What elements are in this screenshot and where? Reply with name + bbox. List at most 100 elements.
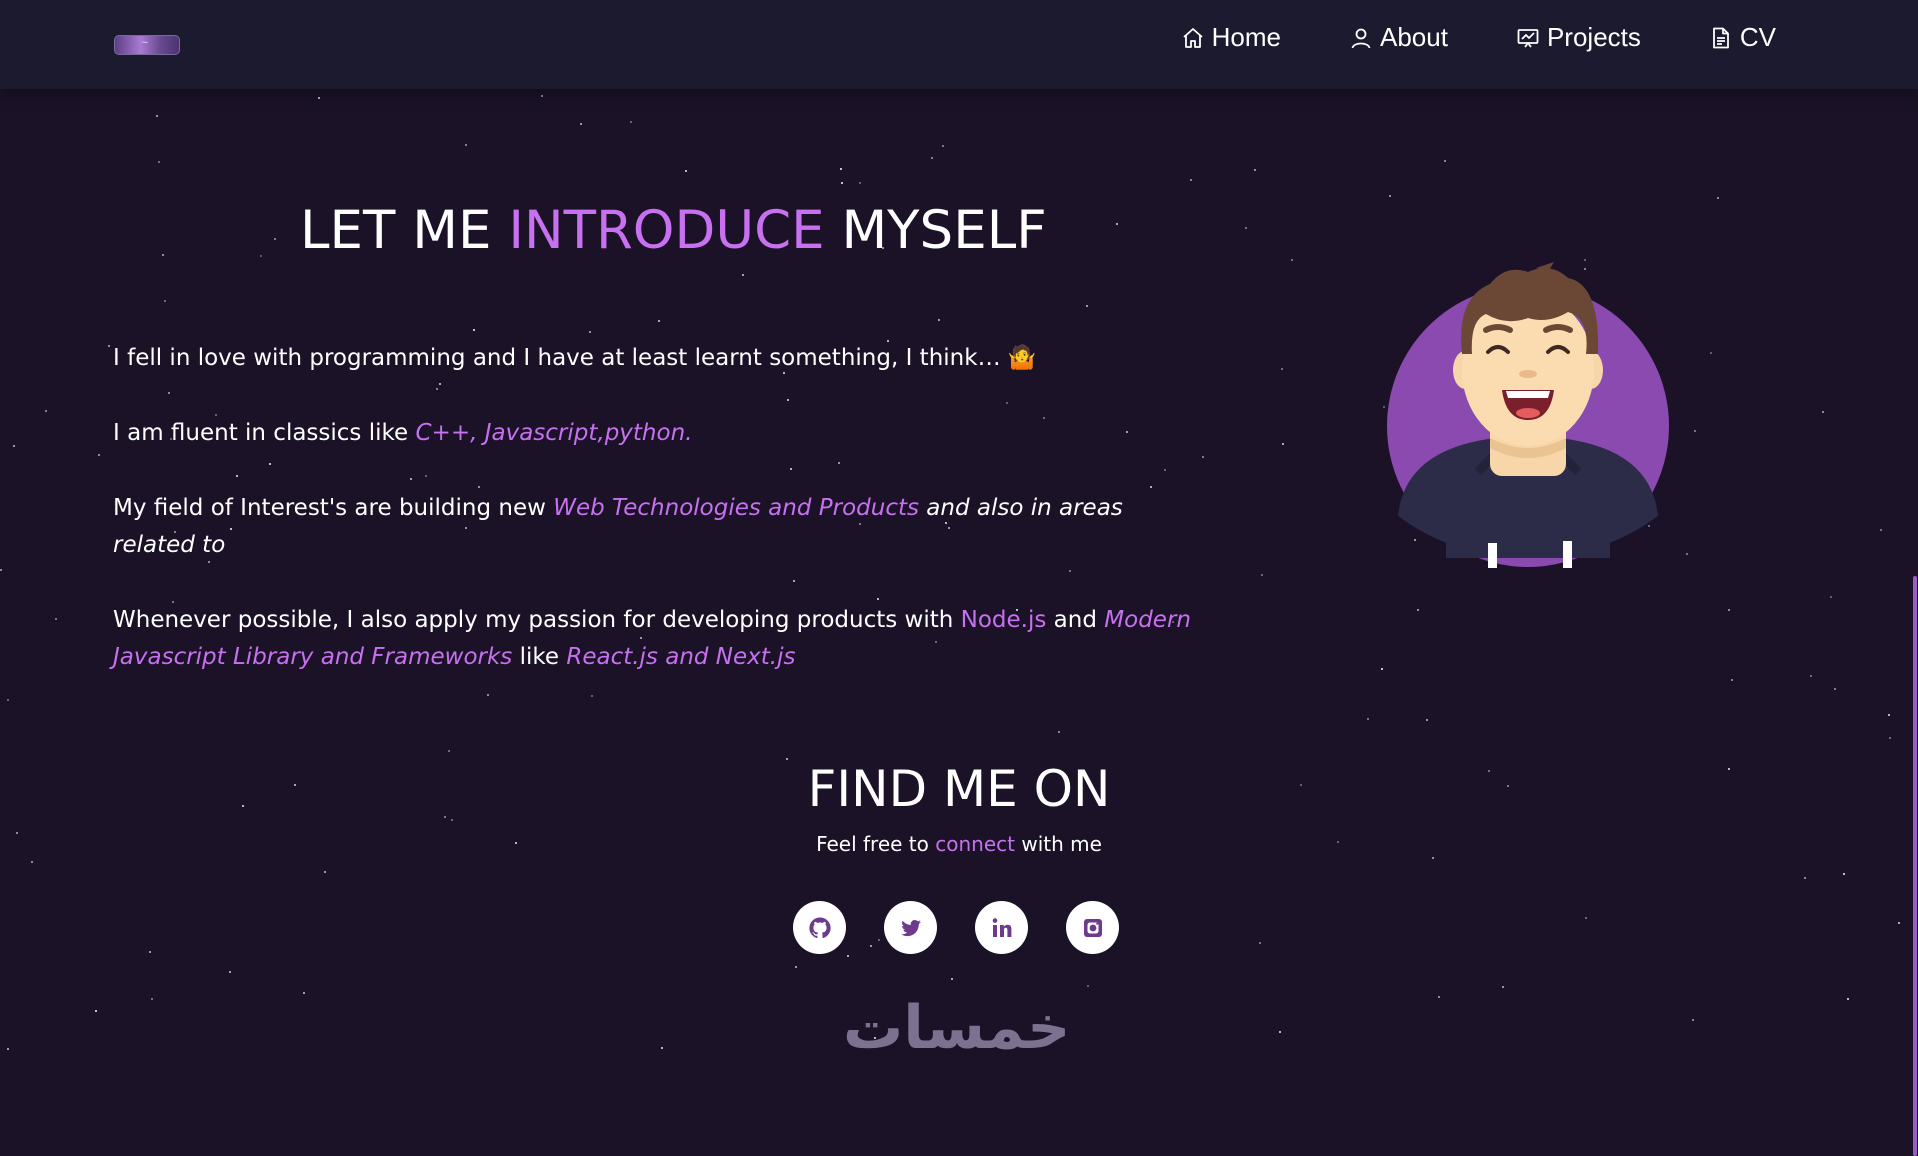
star (1810, 675, 1812, 677)
star (1731, 679, 1733, 681)
star (1888, 714, 1890, 716)
star (7, 1048, 9, 1050)
intro-paragraph-1: I fell in love with programming and I ha… (113, 340, 1213, 377)
github-link[interactable] (793, 901, 846, 954)
nav-home[interactable]: Home (1181, 22, 1281, 53)
star (840, 168, 842, 170)
star (1432, 857, 1434, 859)
home-icon (1183, 27, 1203, 48)
star (465, 144, 467, 146)
linkedin-link[interactable] (975, 901, 1028, 954)
star (1086, 305, 1088, 307)
linkedin-icon (992, 917, 1011, 937)
star (661, 1047, 663, 1049)
star (1116, 223, 1118, 225)
star (303, 992, 305, 994)
star (931, 157, 933, 159)
nav-cv-label: CV (1739, 22, 1776, 52)
find-me-subtitle: Feel free to connect with me (0, 832, 1918, 856)
star (859, 182, 861, 184)
star (1279, 1031, 1281, 1033)
star (942, 145, 944, 147)
star (324, 871, 326, 873)
p4-mid: and (1046, 607, 1105, 633)
star (1058, 731, 1060, 733)
star (1686, 553, 1688, 555)
star (1417, 609, 1419, 611)
star (1190, 179, 1192, 181)
instagram-icon (1083, 918, 1102, 937)
star (1834, 688, 1836, 690)
watermark-logo: خمسات (843, 993, 1071, 1063)
scrollbar-track[interactable] (1912, 89, 1918, 1156)
p4-nodejs: Node.js (960, 607, 1047, 633)
intro-paragraph-4: Whenever possible, I also apply my passi… (113, 602, 1223, 676)
star (108, 345, 110, 347)
star (1898, 922, 1900, 924)
star (1880, 529, 1882, 531)
star (487, 694, 489, 696)
star (1259, 942, 1261, 944)
user-icon (1351, 28, 1371, 48)
star (31, 861, 33, 863)
star (151, 998, 153, 1000)
star (589, 331, 591, 333)
p3-highlight: Web Technologies and Products (553, 495, 919, 521)
star (795, 966, 797, 968)
nav-projects-label: Projects (1546, 22, 1641, 52)
scrollbar-thumb[interactable] (1913, 576, 1917, 1156)
find-me-title: FIND ME ON (807, 760, 1111, 818)
star (1585, 917, 1587, 919)
star (1444, 160, 1446, 162)
instagram-link[interactable] (1066, 901, 1119, 954)
star (55, 618, 57, 620)
projects-icon (1517, 28, 1539, 48)
star (318, 97, 320, 99)
star (630, 121, 632, 123)
star (938, 319, 940, 321)
star (1822, 411, 1824, 413)
social-links (793, 901, 1119, 954)
star (158, 161, 160, 163)
star (164, 300, 166, 302)
star (162, 254, 164, 256)
star (685, 170, 687, 172)
nav-cv[interactable]: CV (1709, 22, 1776, 53)
star (1281, 368, 1283, 370)
nav-projects[interactable]: Projects (1516, 22, 1641, 53)
star (847, 955, 849, 957)
star (1804, 877, 1806, 879)
shrug-emoji-icon: 🤷 (1007, 345, 1037, 371)
star (274, 238, 276, 240)
star (580, 123, 582, 125)
star (451, 819, 453, 821)
connect-link[interactable]: connect (935, 832, 1015, 856)
star (1291, 259, 1293, 261)
star (98, 454, 100, 456)
intro-title-part1: LET ME (300, 200, 509, 261)
star (1087, 985, 1089, 987)
star (149, 951, 151, 953)
p4-text: Whenever possible, I also apply my passi… (113, 607, 961, 633)
intro-paragraph-2: I am fluent in classics like C++, Javasc… (113, 415, 1213, 452)
star (1694, 430, 1696, 432)
nav-about-label: About (1380, 22, 1448, 52)
site-logo[interactable]: ~ (114, 35, 180, 55)
nav-about[interactable]: About (1349, 22, 1448, 53)
star (0, 569, 2, 571)
star (448, 750, 450, 752)
p3-text: My field of Interest's are building new (113, 495, 554, 521)
avatar (1387, 262, 1669, 568)
star (7, 699, 9, 701)
star (260, 255, 262, 257)
star (1383, 406, 1385, 408)
p1-text: I fell in love with programming and I ha… (113, 345, 1008, 371)
p4-like: like (512, 644, 567, 670)
find-me-sub-prefix: Feel free to (816, 832, 936, 856)
star (1367, 718, 1369, 720)
star (1847, 998, 1849, 1000)
twitter-link[interactable] (884, 901, 937, 954)
find-me-sub-suffix: with me (1014, 832, 1102, 856)
star (1728, 609, 1730, 611)
star (1843, 873, 1845, 875)
